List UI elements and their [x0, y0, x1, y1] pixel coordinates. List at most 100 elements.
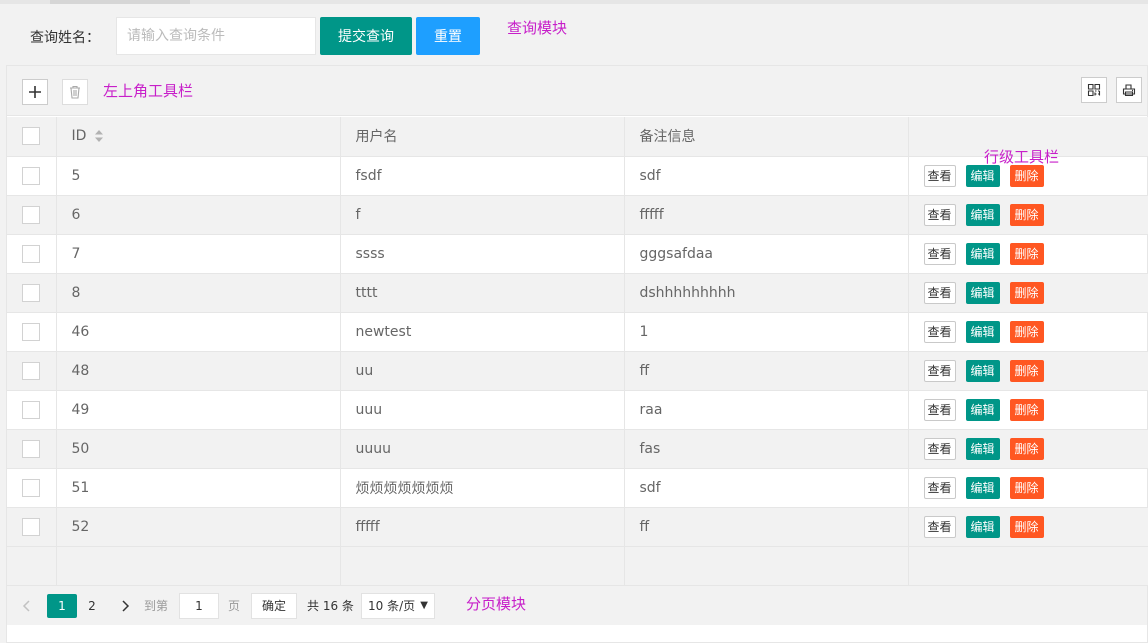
page-1-button[interactable]: 1 — [47, 594, 77, 618]
view-button[interactable]: 查看 — [923, 476, 956, 499]
edit-button[interactable]: 编辑 — [965, 164, 1000, 187]
dropdown-arrow-icon: ▼ — [420, 600, 428, 611]
delete-button[interactable]: 删除 — [1009, 476, 1044, 499]
total-count: 共 16 条 — [307, 599, 354, 613]
edit-button[interactable]: 编辑 — [965, 320, 1000, 343]
cell-username: 烦烦烦烦烦烦烦 — [340, 468, 625, 508]
row-checkbox-cell — [7, 273, 57, 313]
delete-button[interactable]: 删除 — [1009, 437, 1044, 460]
table-row: 6 f fffff 查看 编辑 删除 — [7, 195, 1148, 235]
delete-button[interactable]: 删除 — [1009, 398, 1044, 421]
row-checkbox-cell — [7, 507, 57, 547]
view-button[interactable]: 查看 — [923, 359, 956, 382]
edit-button[interactable]: 编辑 — [965, 203, 1000, 226]
view-button[interactable]: 查看 — [923, 281, 956, 304]
row-checkbox[interactable] — [22, 205, 41, 224]
view-button[interactable]: 查看 — [923, 398, 956, 421]
delete-button[interactable]: 删除 — [1009, 203, 1044, 226]
search-label: 查询姓名： — [30, 30, 100, 46]
edit-button[interactable]: 编辑 — [965, 359, 1000, 382]
cell-remark: fffff — [624, 195, 909, 235]
view-button[interactable]: 查看 — [923, 437, 956, 460]
select-all-checkbox[interactable] — [22, 127, 41, 146]
next-page-button[interactable] — [115, 594, 135, 618]
header-id-label: ID — [71, 128, 87, 145]
submit-query-button[interactable]: 提交查询 — [320, 17, 412, 55]
row-checkbox[interactable] — [22, 244, 41, 263]
cell-actions: 查看 编辑 删除 — [908, 234, 1148, 274]
delete-button[interactable]: 删除 — [1009, 359, 1044, 382]
edit-button[interactable]: 编辑 — [965, 398, 1000, 421]
table-row: 46 newtest 1 查看 编辑 删除 — [7, 312, 1148, 352]
edit-button[interactable]: 编辑 — [965, 515, 1000, 538]
table-row: 8 tttt dshhhhhhhhh 查看 编辑 删除 — [7, 273, 1148, 313]
trash-icon — [70, 85, 80, 99]
row-checkbox[interactable] — [22, 283, 41, 302]
page-size-value: 10 条/页 — [368, 599, 416, 613]
sort-icon[interactable] — [94, 129, 104, 143]
cell-remark: ff — [624, 507, 909, 547]
columns-filter-button[interactable] — [1081, 77, 1107, 103]
cell-remark: raa — [624, 390, 909, 430]
delete-button[interactable]: 删除 — [1009, 281, 1044, 304]
edit-button[interactable]: 编辑 — [965, 281, 1000, 304]
view-button[interactable]: 查看 — [923, 203, 956, 226]
cell-actions: 查看 编辑 删除 — [908, 390, 1148, 430]
reset-button[interactable]: 重置 — [416, 17, 480, 55]
row-checkbox-cell — [7, 195, 57, 235]
search-bar: 查询姓名： 提交查询 重置 — [0, 17, 1148, 55]
cell-id: 50 — [56, 429, 341, 469]
cell-id: 5 — [56, 156, 341, 196]
grid-icon — [1087, 83, 1101, 97]
delete-button[interactable]: 删除 — [1009, 164, 1044, 187]
edit-button[interactable]: 编辑 — [965, 437, 1000, 460]
view-button[interactable]: 查看 — [923, 515, 956, 538]
goto-confirm-button[interactable]: 确定 — [251, 593, 297, 619]
page-2-button[interactable]: 2 — [82, 594, 102, 618]
delete-button[interactable]: 删除 — [1009, 242, 1044, 265]
row-checkbox[interactable] — [22, 322, 41, 341]
page-size-select[interactable]: 10 条/页 ▼ — [361, 593, 435, 619]
cell-username: uuuu — [340, 429, 625, 469]
cell-id: 8 — [56, 273, 341, 313]
row-checkbox[interactable] — [22, 400, 41, 419]
header-username: 用户名 — [340, 117, 625, 157]
cell-actions: 查看 编辑 删除 — [908, 429, 1148, 469]
row-checkbox-cell — [7, 234, 57, 274]
table-row: 50 uuuu fas 查看 编辑 删除 — [7, 429, 1148, 469]
add-button[interactable] — [22, 79, 48, 105]
row-checkbox[interactable] — [22, 478, 41, 497]
goto-page-input[interactable] — [179, 593, 219, 619]
row-checkbox[interactable] — [22, 166, 41, 185]
batch-delete-button[interactable] — [62, 79, 88, 105]
footer-cell — [56, 546, 341, 586]
row-checkbox[interactable] — [22, 361, 41, 380]
delete-button[interactable]: 删除 — [1009, 515, 1044, 538]
edit-button[interactable]: 编辑 — [965, 476, 1000, 499]
row-checkbox[interactable] — [22, 517, 41, 536]
row-checkbox-cell — [7, 468, 57, 508]
cell-username: uuu — [340, 390, 625, 430]
table-footer-row — [7, 546, 1148, 586]
cell-remark: sdf — [624, 468, 909, 508]
header-checkbox-cell — [7, 117, 57, 157]
edit-button[interactable]: 编辑 — [965, 242, 1000, 265]
view-button[interactable]: 查看 — [923, 242, 956, 265]
view-button[interactable]: 查看 — [923, 320, 956, 343]
print-button[interactable] — [1116, 77, 1142, 103]
view-button[interactable]: 查看 — [923, 164, 956, 187]
annotation-query-module: 查询模块 — [507, 19, 568, 37]
header-id[interactable]: ID — [56, 117, 341, 157]
search-input[interactable] — [116, 17, 316, 55]
cell-actions: 查看 编辑 删除 — [908, 507, 1148, 547]
cell-remark: ff — [624, 351, 909, 391]
prev-page-button[interactable] — [17, 594, 37, 618]
table-toolbar: 左上角工具栏 — [7, 66, 1147, 116]
data-table-panel: 左上角工具栏 ID 用户名 备注信息 5 fsdf sdf 查看 编辑 删除 6 f fffff… — [6, 65, 1148, 643]
cell-id: 49 — [56, 390, 341, 430]
table-row: 51 烦烦烦烦烦烦烦 sdf 查看 编辑 删除 — [7, 468, 1148, 508]
cell-remark: sdf — [624, 156, 909, 196]
delete-button[interactable]: 删除 — [1009, 320, 1044, 343]
row-checkbox[interactable] — [22, 439, 41, 458]
users-table: ID 用户名 备注信息 5 fsdf sdf 查看 编辑 删除 6 f fffff 查看 编辑 删除 7… — [7, 117, 1148, 586]
